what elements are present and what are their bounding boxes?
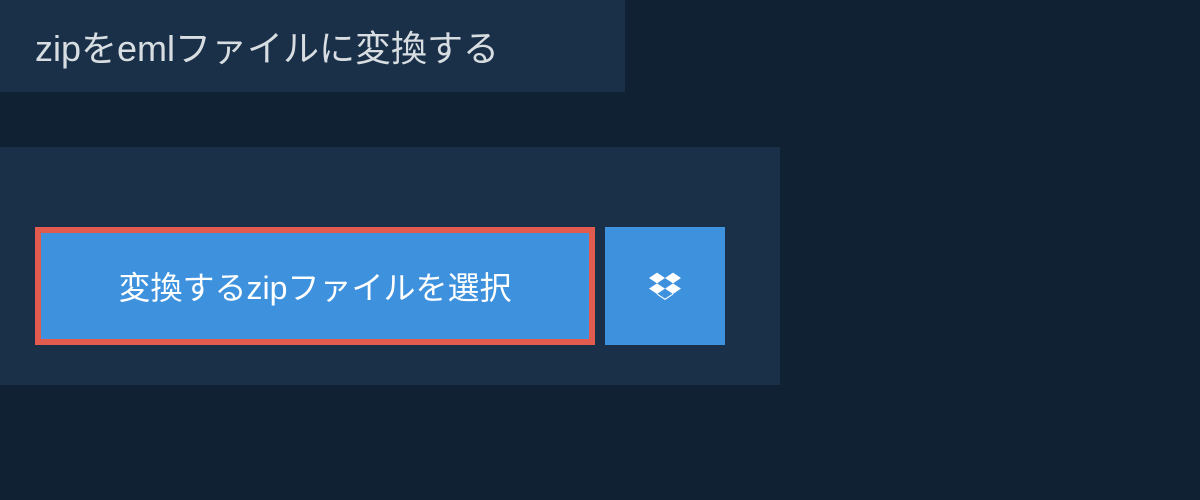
converter-panel: zipをemlファイルに変換する 変換するzipファイルを選択 [0, 0, 1200, 385]
button-row: 変換するzipファイルを選択 [35, 227, 745, 345]
page-title: zipをemlファイルに変換する [0, 0, 625, 92]
dropbox-icon [649, 270, 681, 302]
dropbox-button[interactable] [605, 227, 725, 345]
select-file-label: 変換するzipファイルを選択 [119, 263, 512, 309]
select-file-button[interactable]: 変換するzipファイルを選択 [35, 227, 595, 345]
upload-panel: 変換するzipファイルを選択 [0, 147, 780, 385]
